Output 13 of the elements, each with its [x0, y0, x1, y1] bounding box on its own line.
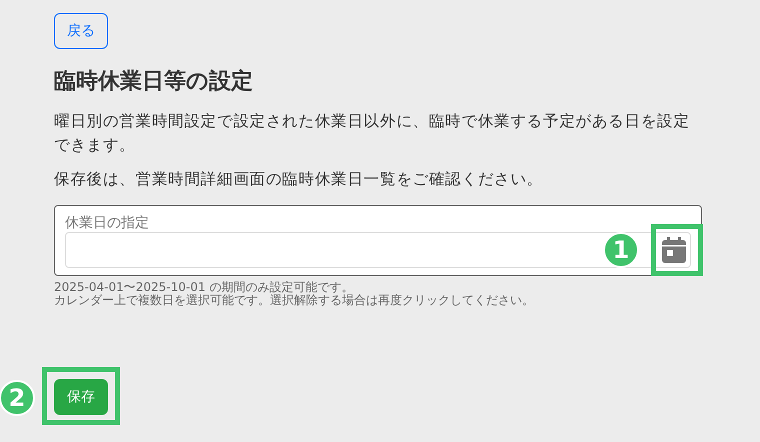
calendar-icon [662, 237, 686, 263]
page-title: 臨時休業日等の設定 [54, 68, 254, 96]
back-button[interactable]: 戻る [54, 13, 108, 49]
date-input-field[interactable] [65, 232, 691, 268]
field-label: 休業日の指定 [65, 214, 150, 232]
help-text: カレンダー上で複数日を選択可能です。選択解除する場合は再度クリックしてください。 [54, 294, 535, 307]
description-text: 保存後は、営業時間詳細画面の臨時休業日一覧をご確認ください。 [54, 169, 544, 190]
help-text: 2025-04-01〜2025-10-01 の期間のみ設定可能です。 [54, 281, 354, 294]
description-text: 曜日別の営業時間設定で設定された休業日以外に、臨時で休業する予定がある日を設定できます。 [54, 111, 691, 156]
highlight-frame [651, 224, 703, 276]
step-number-badge: 1 [603, 232, 639, 268]
step-number-badge: 2 [0, 380, 35, 416]
save-button[interactable]: 保存 [54, 379, 108, 415]
